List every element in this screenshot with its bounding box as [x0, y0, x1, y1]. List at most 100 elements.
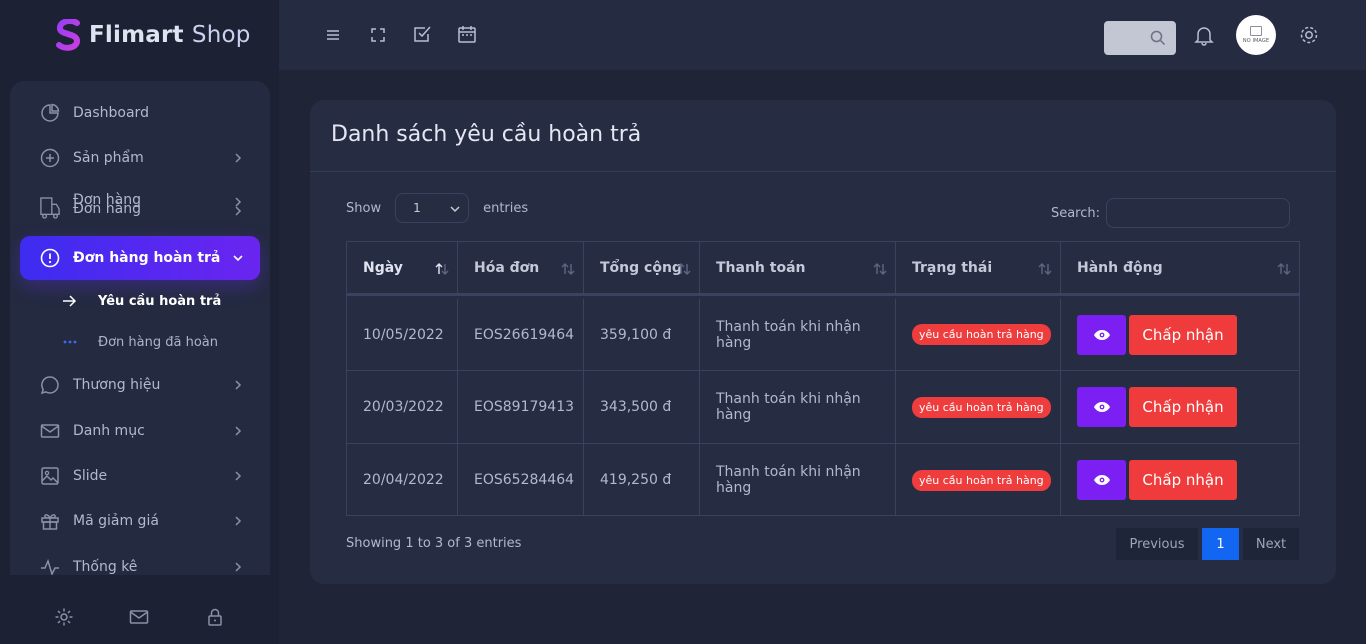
view-button[interactable]: [1077, 387, 1126, 427]
arrow-right-icon: [62, 294, 78, 308]
sidebar-item-dashboard[interactable]: Dashboard: [20, 91, 260, 135]
chevron-right-icon: [235, 426, 242, 436]
plus-circle-icon: [40, 148, 60, 168]
cell-action: Chấp nhận: [1061, 299, 1299, 370]
pagination: Previous 1 Next: [1116, 528, 1299, 560]
cell-invoice: EOS89179413: [458, 371, 584, 443]
cell-total: 343,500 đ: [584, 371, 700, 443]
search-input[interactable]: [1106, 198, 1290, 228]
status-badge: yêu cầu hoàn trả hàng: [912, 324, 1051, 345]
gear-icon[interactable]: [1298, 24, 1320, 46]
eye-icon: [1093, 475, 1110, 485]
sidebar-menu: Dashboard Sản phẩm Đơn hàng Đơn hàng Đơn: [10, 81, 270, 575]
eye-icon: [1093, 402, 1110, 412]
chevron-right-icon: [235, 516, 242, 526]
cell-invoice: EOS65284464: [458, 444, 584, 516]
cell-date: 20/03/2022: [347, 371, 458, 443]
sort-icon: [1038, 263, 1052, 275]
truck-icon: [40, 197, 60, 219]
sidebar-item-slides[interactable]: Slide: [20, 454, 260, 498]
accept-button[interactable]: Chấp nhận: [1129, 460, 1237, 500]
return-requests-card: Danh sách yêu cầu hoàn trả Show 1 entrie…: [310, 100, 1336, 584]
lock-icon[interactable]: [205, 607, 225, 627]
chevron-down-icon: [450, 206, 460, 213]
sidebar: Flimart Shop Dashboard Sản phẩm Đơn hàng…: [0, 0, 279, 644]
cell-status: yêu cầu hoàn trả hàng: [896, 371, 1061, 443]
activity-icon: [40, 557, 60, 575]
dots-icon: [62, 335, 78, 349]
column-header-invoice[interactable]: Hóa đơn: [458, 242, 584, 293]
eye-icon: [1093, 329, 1110, 340]
chevron-down-icon: [233, 255, 243, 262]
column-header-action[interactable]: Hành động: [1061, 242, 1299, 293]
page-button-1[interactable]: 1: [1202, 528, 1239, 560]
cell-date: 10/05/2022: [347, 299, 458, 370]
sort-icon: [873, 263, 887, 275]
sidebar-subitem-returned-orders[interactable]: Đơn hàng đã hoàn: [62, 331, 218, 353]
table-row: 10/05/2022 EOS26619464 359,100 đ Thanh t…: [347, 299, 1299, 370]
menu-icon[interactable]: [323, 25, 343, 45]
table-search: Search:: [1051, 198, 1290, 228]
sidebar-footer: [0, 590, 279, 644]
returns-table: Ngày Hóa đơn Tổng cộng Thanh toán Trạng …: [346, 241, 1300, 516]
gear-icon[interactable]: [54, 607, 74, 627]
checkbox-icon[interactable]: [412, 24, 432, 44]
brand-name: Flimart Shop: [89, 22, 251, 48]
cell-action: Chấp nhận: [1061, 371, 1299, 443]
cell-invoice: EOS26619464: [458, 299, 584, 370]
page-title: Danh sách yêu cầu hoàn trả: [331, 122, 642, 147]
accept-button[interactable]: Chấp nhận: [1129, 387, 1237, 427]
view-button[interactable]: [1077, 460, 1126, 500]
chevron-right-icon: [235, 471, 242, 481]
message-circle-icon: [40, 375, 60, 395]
sidebar-subitem-return-requests[interactable]: Yêu cầu hoàn trả: [62, 290, 221, 312]
entries-select[interactable]: 1: [395, 193, 470, 223]
sidebar-item-orders[interactable]: Đơn hàng Đơn hàng: [20, 186, 260, 230]
sidebar-item-coupons[interactable]: Mã giảm giá: [20, 499, 260, 543]
image-placeholder-icon: [1250, 26, 1262, 36]
search-icon: [1150, 30, 1166, 46]
entries-length-control: Show 1 entries: [346, 193, 528, 223]
chevron-right-icon: [235, 153, 242, 163]
column-header-date[interactable]: Ngày: [347, 242, 458, 293]
alert-circle-icon: [40, 248, 60, 268]
cell-total: 419,250 đ: [584, 444, 700, 516]
chevron-right-icon: [235, 562, 242, 572]
chevron-right-icon: [235, 206, 242, 216]
status-badge: yêu cầu hoàn trả hàng: [912, 396, 1051, 418]
sidebar-item-returns[interactable]: Đơn hàng hoàn trả: [20, 236, 260, 280]
calendar-icon[interactable]: [457, 24, 477, 44]
chevron-right-icon: [235, 380, 242, 390]
image-icon: [40, 466, 60, 486]
sidebar-item-brands[interactable]: Thương hiệu: [20, 363, 260, 407]
cell-action: Chấp nhận: [1061, 444, 1299, 516]
column-header-status[interactable]: Trạng thái: [896, 242, 1061, 293]
sort-asc-icon: [435, 263, 449, 275]
cell-status: yêu cầu hoàn trả hàng: [896, 444, 1061, 516]
avatar[interactable]: NO IMAGE: [1236, 15, 1276, 55]
fullscreen-icon[interactable]: [368, 25, 388, 45]
sort-icon: [561, 263, 575, 275]
previous-button[interactable]: Previous: [1116, 528, 1198, 560]
divider: [310, 171, 1336, 172]
topbar-search[interactable]: [1104, 21, 1176, 55]
table-header: Ngày Hóa đơn Tổng cộng Thanh toán Trạng …: [347, 242, 1299, 296]
cell-status: yêu cầu hoàn trả hàng: [896, 299, 1061, 370]
view-button[interactable]: [1077, 314, 1126, 355]
sidebar-item-categories[interactable]: Danh mục: [20, 409, 260, 453]
mail-icon[interactable]: [129, 607, 149, 627]
pie-chart-icon: [40, 103, 60, 123]
column-header-payment[interactable]: Thanh toán: [700, 242, 896, 293]
sidebar-item-products[interactable]: Sản phẩm: [20, 136, 260, 180]
sort-icon: [677, 263, 691, 275]
sidebar-item-statistics[interactable]: Thống kê: [20, 545, 260, 575]
gift-icon: [40, 511, 60, 531]
cell-payment: Thanh toán khi nhận hàng: [700, 299, 896, 370]
accept-button[interactable]: Chấp nhận: [1129, 314, 1237, 355]
next-button[interactable]: Next: [1243, 528, 1299, 560]
brand[interactable]: Flimart Shop: [55, 16, 251, 54]
column-header-total[interactable]: Tổng cộng: [584, 242, 700, 293]
cell-date: 20/04/2022: [347, 444, 458, 516]
cell-payment: Thanh toán khi nhận hàng: [700, 444, 896, 516]
bell-icon[interactable]: [1193, 24, 1215, 46]
